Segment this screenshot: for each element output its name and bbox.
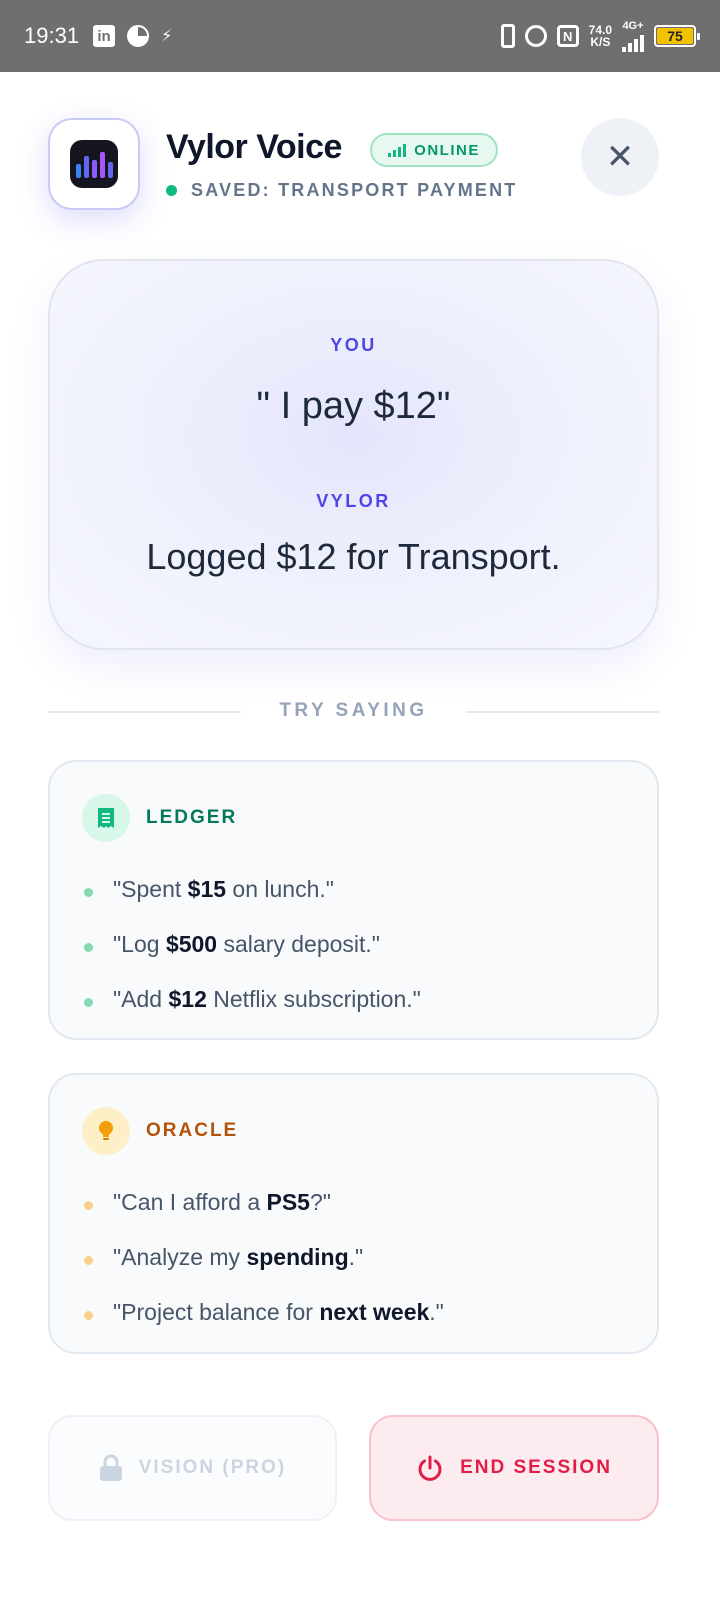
- divider-left: [48, 711, 241, 713]
- nfc-icon: N: [556, 25, 579, 47]
- waveform-icon: [70, 140, 118, 188]
- lightbulb-icon: [82, 1107, 130, 1155]
- bullet: [84, 1311, 93, 1320]
- ledger-suggestion[interactable]: "Log $500 salary deposit.": [84, 917, 421, 972]
- end-session-button[interactable]: END SESSION: [369, 1415, 659, 1521]
- you-label: YOU: [330, 335, 377, 355]
- suggestion-text: "Can I afford a PS5?": [113, 1189, 331, 1215]
- ledger-suggestion[interactable]: "Spent $15 on lunch.": [84, 862, 421, 917]
- user-transcript: " I pay $12": [256, 385, 451, 427]
- power-icon: [418, 1455, 442, 1481]
- bullet: [84, 1201, 93, 1210]
- ledger-title: LEDGER: [146, 807, 238, 828]
- battery-icon: 75: [654, 25, 700, 47]
- close-button[interactable]: ✕: [581, 118, 659, 196]
- vibrate-icon: [500, 24, 515, 48]
- app-title: Vylor Voice: [166, 128, 342, 166]
- ledger-suggestion[interactable]: "Add $12 Netflix subscription.": [84, 972, 421, 1027]
- online-label: ONLINE: [414, 141, 480, 159]
- status-dot: [166, 185, 177, 196]
- suggestion-text: "Add $12 Netflix subscription.": [113, 986, 421, 1012]
- signal-icon: [622, 32, 644, 52]
- activity-icon: ⚡: [161, 28, 173, 45]
- saved-status-text: SAVED: TRANSPORT PAYMENT: [191, 180, 518, 200]
- suggestion-text: "Project balance for next week.": [113, 1299, 444, 1325]
- network-type: 4G+: [622, 19, 644, 32]
- divider-right: [466, 711, 659, 713]
- battery-level: 75: [657, 28, 693, 44]
- bullet: [84, 998, 93, 1007]
- signal-icon: [388, 143, 407, 157]
- online-badge: ONLINE: [370, 133, 498, 167]
- try-saying-heading: TRY SAYING: [279, 700, 428, 721]
- suggestion-text: "Analyze my spending.": [113, 1244, 364, 1270]
- net-speed-unit: K/S: [590, 35, 611, 49]
- conversation-card: YOU " I pay $12" VYLOR Logged $12 for Tr…: [48, 259, 659, 650]
- network-indicator: 4G+: [622, 19, 644, 52]
- oracle-suggestion[interactable]: "Can I afford a PS5?": [84, 1175, 444, 1230]
- save-status: SAVED: TRANSPORT PAYMENT: [166, 180, 518, 201]
- suggestion-text: "Spent $15 on lunch.": [113, 876, 334, 902]
- oracle-card: ORACLE "Can I afford a PS5?" "Analyze my…: [48, 1073, 659, 1354]
- bullet: [84, 888, 93, 897]
- alarm-icon: [524, 25, 547, 47]
- end-session-label: END SESSION: [460, 1457, 612, 1478]
- lock-icon: [99, 1454, 122, 1481]
- ledger-card: LEDGER "Spent $15 on lunch." "Log $500 s…: [48, 760, 659, 1040]
- vylor-label: VYLOR: [316, 491, 391, 511]
- vision-pro-button[interactable]: VISION (PRO): [48, 1415, 337, 1521]
- suggestion-text: "Log $500 salary deposit.": [113, 931, 380, 957]
- bullet: [84, 943, 93, 952]
- oracle-suggestion[interactable]: "Project balance for next week.": [84, 1285, 444, 1340]
- status-bar: 19:31 in ⚡ N 74.0 K/S 4G+ 75: [0, 0, 720, 72]
- net-speed: 74.0 K/S: [589, 24, 612, 48]
- receipt-icon: [82, 794, 130, 842]
- app-logo: [48, 118, 140, 210]
- status-time: 19:31: [24, 23, 80, 48]
- close-icon: ✕: [605, 138, 635, 176]
- oracle-title: ORACLE: [146, 1120, 239, 1141]
- pie-icon: [127, 25, 150, 47]
- bullet: [84, 1256, 93, 1265]
- oracle-suggestion[interactable]: "Analyze my spending.": [84, 1230, 444, 1285]
- linkedin-icon: in: [93, 25, 116, 47]
- vision-pro-label: VISION (PRO): [138, 1457, 287, 1478]
- assistant-response: Logged $12 for Transport.: [146, 536, 561, 577]
